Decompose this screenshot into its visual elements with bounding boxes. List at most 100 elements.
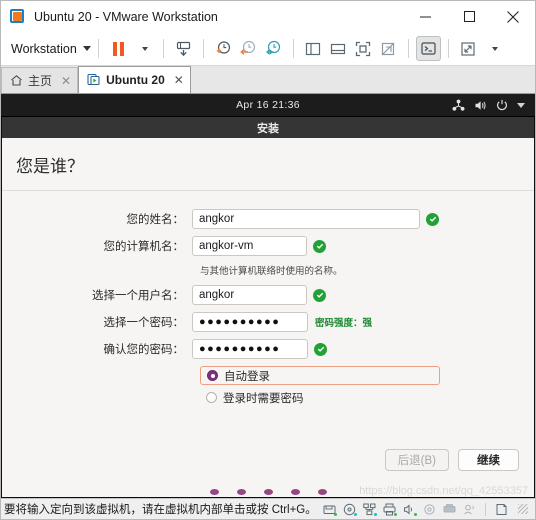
confirm-password-row: 确认您的密码： ●●●●●●●●●● bbox=[2, 339, 534, 359]
stretch-icon bbox=[461, 41, 475, 56]
vmware-workstation-window: Ubuntu 20 - VMware Workstation Workstati… bbox=[0, 0, 536, 520]
snapshot-manage-icon bbox=[266, 40, 280, 55]
ubuntu-system-tray bbox=[452, 99, 535, 112]
chevron-down-icon[interactable] bbox=[517, 102, 525, 108]
toolbar-separator bbox=[292, 39, 294, 58]
toolbar-separator bbox=[447, 39, 449, 58]
back-button[interactable]: 后退(B) bbox=[384, 449, 449, 471]
auto-login-radio[interactable]: 自动登录 bbox=[200, 366, 440, 385]
stretch-guest-button[interactable] bbox=[456, 36, 481, 61]
vmware-workstation-icon bbox=[10, 8, 26, 25]
password-strength-label: 密码强度：强 bbox=[315, 318, 373, 329]
password-value: ●●●●●●●●●● bbox=[199, 316, 281, 328]
cd-dvd-icon[interactable] bbox=[343, 503, 357, 516]
console-icon bbox=[421, 42, 436, 55]
vm-console[interactable]: Apr 16 21:36 安装 您是谁？ 您的姓名： angkor 您的计算机名… bbox=[1, 94, 535, 498]
message-log-icon[interactable] bbox=[495, 503, 508, 516]
show-thumbnail-bar-button[interactable] bbox=[326, 36, 351, 61]
display-icon bbox=[443, 503, 456, 516]
confirm-password-label: 确认您的密码： bbox=[103, 344, 185, 356]
status-separator bbox=[485, 502, 486, 516]
maximize-button[interactable] bbox=[447, 1, 491, 32]
fullscreen-icon bbox=[356, 41, 371, 56]
back-button-label: 后退(B) bbox=[397, 455, 436, 467]
progress-dot bbox=[290, 489, 300, 495]
require-password-radio[interactable]: 登录时需要密码 bbox=[200, 389, 440, 406]
confirm-password-valid-icon bbox=[314, 342, 327, 356]
revert-snapshot-button[interactable] bbox=[236, 36, 261, 61]
bluetooth-icon bbox=[463, 503, 476, 516]
stretch-dropdown-button[interactable] bbox=[481, 36, 506, 61]
hard-disk-icon[interactable] bbox=[323, 503, 337, 516]
vm-tab-bar: 主页 ✕ Ubuntu 20 ✕ bbox=[1, 66, 535, 94]
power-icon[interactable] bbox=[496, 99, 508, 111]
tab-home-close-icon[interactable]: ✕ bbox=[61, 74, 71, 88]
unity-off-icon bbox=[381, 42, 395, 55]
suspend-icon bbox=[176, 41, 190, 57]
manage-snapshots-button[interactable] bbox=[261, 36, 286, 61]
username-field[interactable]: angkor bbox=[192, 285, 307, 305]
home-icon bbox=[11, 75, 22, 86]
resize-grip-icon[interactable] bbox=[518, 504, 528, 514]
console-view-button[interactable] bbox=[415, 36, 441, 61]
printer-icon[interactable] bbox=[383, 503, 397, 516]
sound-card-icon[interactable] bbox=[403, 503, 417, 516]
username-valid-icon bbox=[313, 288, 326, 302]
continue-button[interactable]: 继续 bbox=[458, 449, 519, 471]
window-title: Ubuntu 20 - VMware Workstation bbox=[34, 9, 218, 24]
computer-name-hint: 与其他计算机联络时使用的名称。 bbox=[200, 266, 343, 277]
chevron-down-icon bbox=[82, 46, 91, 51]
tab-ubuntu-20-label: Ubuntu 20 bbox=[106, 73, 165, 87]
unity-mode-button[interactable] bbox=[376, 36, 401, 61]
tab-home[interactable]: 主页 ✕ bbox=[1, 67, 79, 93]
status-device-icons bbox=[323, 502, 535, 516]
computer-name-value: angkor-vm bbox=[199, 240, 254, 252]
full-name-value: angkor bbox=[199, 213, 235, 225]
workstation-menu-button[interactable]: Workstation bbox=[1, 42, 91, 56]
take-snapshot-button[interactable] bbox=[211, 36, 236, 61]
radio-selected-icon bbox=[207, 370, 218, 381]
full-name-valid-icon bbox=[426, 212, 439, 226]
tab-ubuntu-20[interactable]: Ubuntu 20 ✕ bbox=[78, 66, 191, 93]
close-button[interactable] bbox=[491, 1, 535, 32]
continue-button-label: 继续 bbox=[477, 455, 500, 467]
computer-name-field[interactable]: angkor-vm bbox=[192, 236, 307, 256]
main-toolbar: Workstation bbox=[1, 32, 535, 66]
password-field[interactable]: ●●●●●●●●●● bbox=[192, 312, 308, 332]
minimize-button[interactable] bbox=[403, 1, 447, 32]
computer-name-row: 您的计算机名： angkor-vm bbox=[2, 236, 534, 256]
chevron-down-icon bbox=[141, 46, 148, 51]
confirm-password-field[interactable]: ●●●●●●●●●● bbox=[192, 339, 308, 359]
snapshot-revert-icon bbox=[240, 40, 255, 55]
full-screen-button[interactable] bbox=[351, 36, 376, 61]
username-row: 选择一个用户名： angkor bbox=[2, 285, 534, 305]
ubuntu-installer-window: 安装 您是谁？ 您的姓名： angkor 您的计算机名： angkor-vm 与… bbox=[1, 117, 535, 498]
pause-vm-button[interactable] bbox=[106, 36, 131, 61]
pause-icon bbox=[112, 41, 124, 56]
username-label: 选择一个用户名： bbox=[92, 290, 184, 302]
workstation-menu-label: Workstation bbox=[11, 41, 77, 56]
volume-icon[interactable] bbox=[474, 99, 487, 112]
progress-dot bbox=[317, 489, 327, 495]
vm-tab-icon bbox=[87, 73, 100, 86]
pause-dropdown-button[interactable] bbox=[131, 36, 156, 61]
network-adapter-icon[interactable] bbox=[363, 503, 377, 516]
tab-ubuntu-20-close-icon[interactable]: ✕ bbox=[174, 73, 184, 87]
installer-header: 您是谁？ bbox=[2, 138, 534, 191]
progress-dot bbox=[236, 489, 246, 495]
full-name-label: 您的姓名： bbox=[126, 214, 185, 226]
show-library-button[interactable] bbox=[301, 36, 326, 61]
radio-unselected-icon bbox=[206, 392, 217, 403]
panel-bottom-icon bbox=[331, 43, 346, 54]
status-message: 要将输入定向到该虚拟机，请在虚拟机内部单击或按 Ctrl+G。 bbox=[4, 504, 317, 516]
full-name-row: 您的姓名： angkor bbox=[2, 209, 534, 229]
page-title: 您是谁？ bbox=[16, 156, 84, 176]
full-name-field[interactable]: angkor bbox=[192, 209, 420, 229]
ubuntu-top-panel: Apr 16 21:36 bbox=[1, 94, 535, 117]
tab-home-label: 主页 bbox=[28, 74, 53, 88]
network-icon[interactable] bbox=[452, 99, 465, 112]
snapshot-add-icon bbox=[216, 41, 230, 54]
installer-title-bar: 安装 bbox=[2, 117, 534, 138]
suspend-vm-button[interactable] bbox=[171, 36, 196, 61]
computer-name-label: 您的计算机名： bbox=[103, 241, 185, 253]
